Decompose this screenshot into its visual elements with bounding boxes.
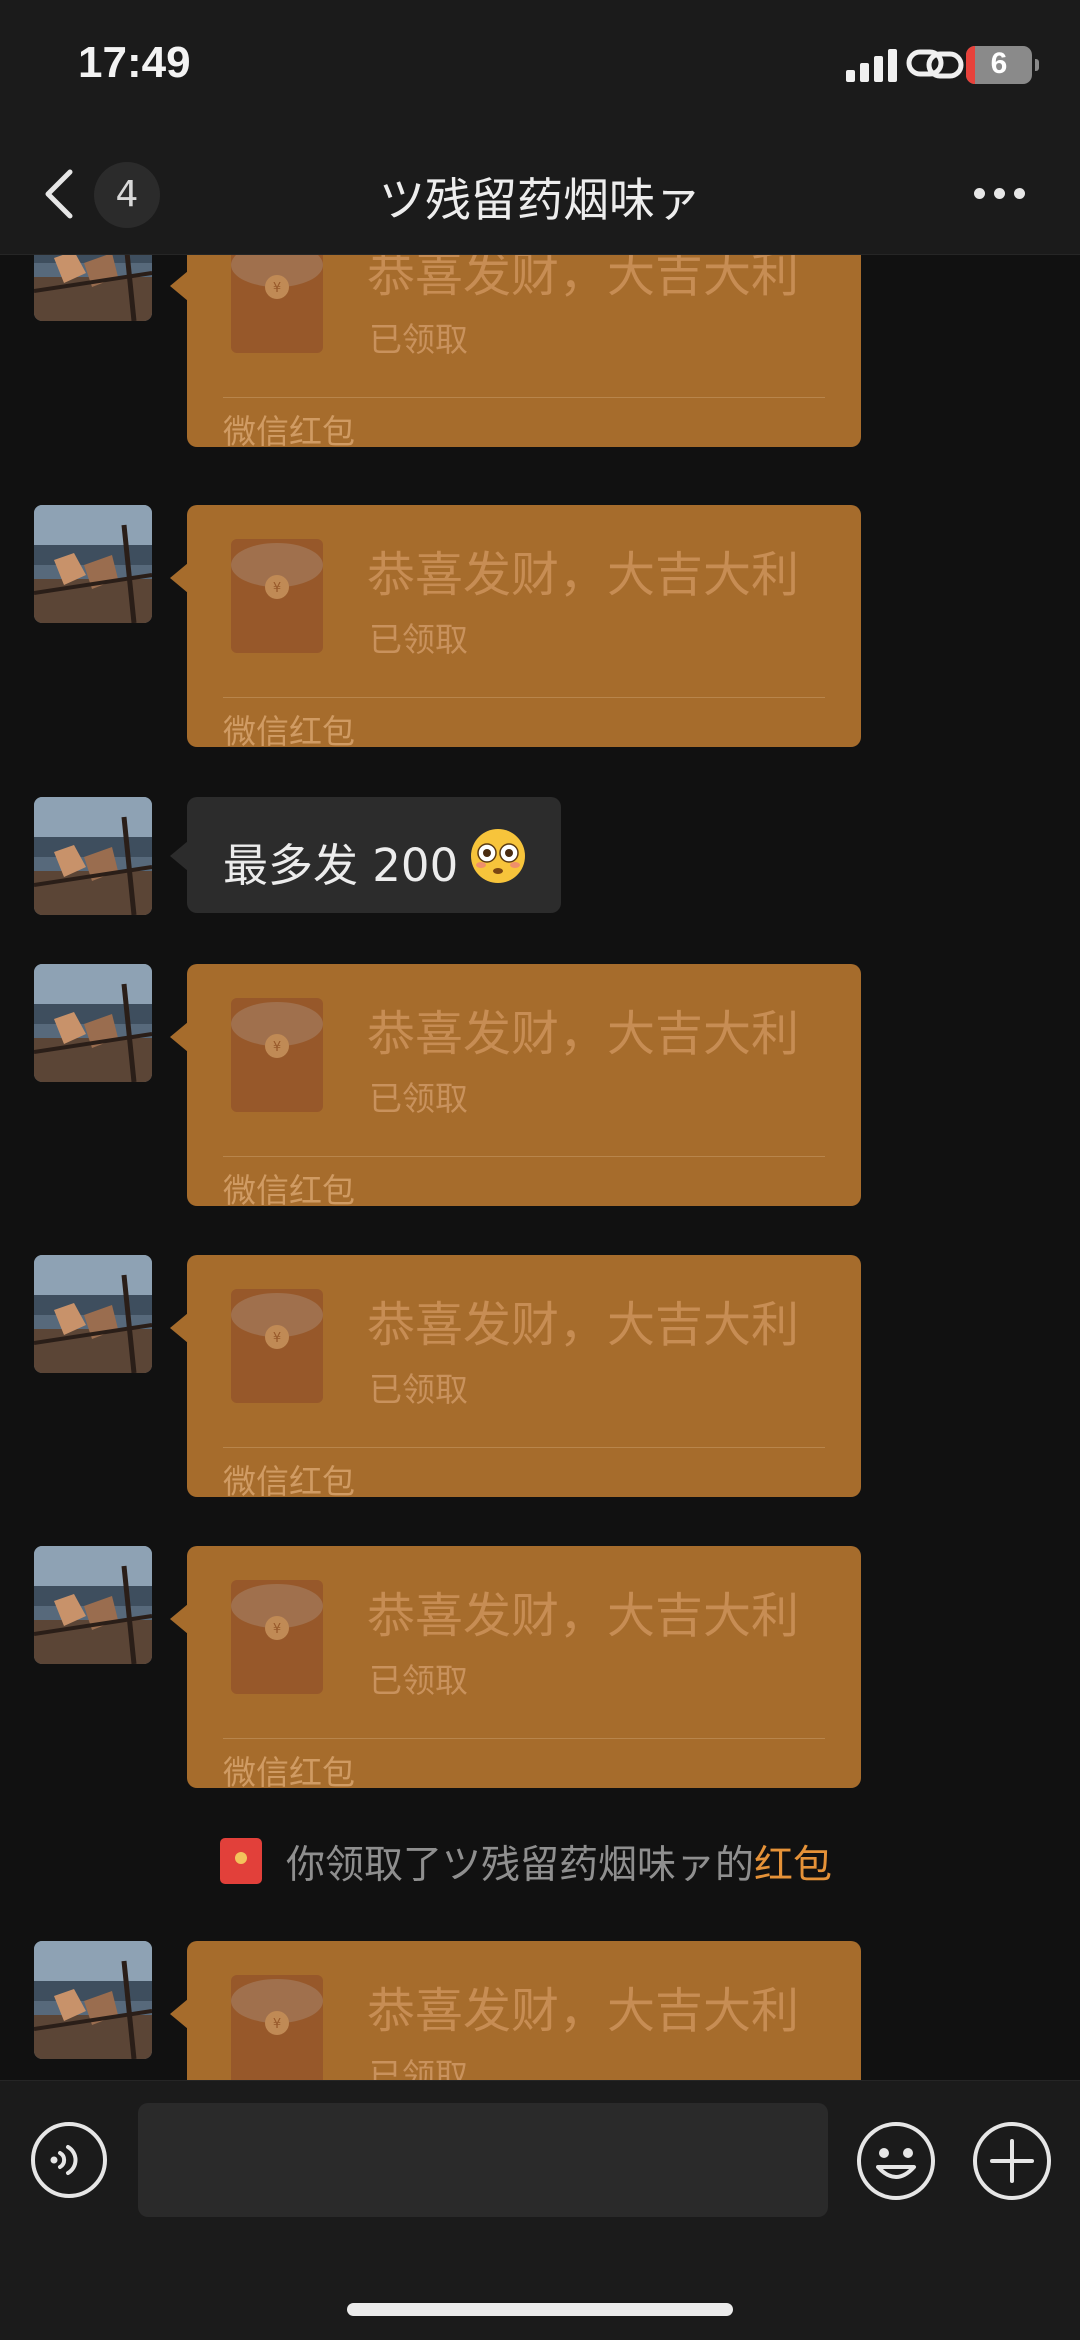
red-packet-label: 微信红包 — [223, 1462, 355, 1501]
red-packet-status: 已领取 — [369, 320, 468, 359]
signal-icon — [846, 48, 898, 82]
red-packet-greeting: 恭喜发财，大吉大利 — [367, 255, 800, 303]
avatar[interactable] — [34, 505, 152, 623]
red-packet-envelope-icon: ¥ — [231, 1975, 323, 2080]
red-packet-label: 微信红包 — [223, 712, 355, 751]
svg-text:¥: ¥ — [273, 281, 281, 296]
red-packet-label: 微信红包 — [223, 1753, 355, 1792]
red-packet-envelope-icon: ¥ — [231, 1580, 323, 1694]
red-packet-icon — [220, 1838, 262, 1884]
input-bar — [0, 2080, 1080, 2340]
red-packet-envelope-icon: ¥ — [231, 539, 323, 653]
plus-icon[interactable] — [972, 2121, 1052, 2201]
avatar[interactable] — [34, 1255, 152, 1373]
status-time: 17:49 — [78, 38, 191, 87]
svg-text:¥: ¥ — [273, 2017, 281, 2032]
emoji-icon[interactable] — [856, 2121, 936, 2201]
red-packet-envelope-icon: ¥ — [231, 998, 323, 1112]
red-packet-link[interactable]: 红包 — [754, 1843, 832, 1888]
red-packet-bubble[interactable]: ¥ 恭喜发财，大吉大利 已领取 — [187, 1941, 861, 2080]
chevron-left-icon — [45, 169, 73, 219]
avatar[interactable] — [34, 1941, 152, 2059]
red-packet-greeting: 恭喜发财，大吉大利 — [367, 1297, 800, 1353]
red-packet-greeting: 恭喜发财，大吉大利 — [367, 1983, 800, 2039]
avatar[interactable] — [34, 1546, 152, 1664]
battery-level: 6 — [990, 47, 1008, 80]
voice-input-icon[interactable] — [30, 2121, 108, 2199]
message-text: 最多发 200 — [223, 839, 459, 892]
svg-text:¥: ¥ — [273, 1622, 281, 1637]
back-button[interactable]: 4 — [36, 160, 166, 230]
svg-text:¥: ¥ — [273, 1040, 281, 1055]
chat-title: ツ残留药烟味ァ — [379, 173, 701, 227]
red-packet-bubble[interactable]: ¥ 恭喜发财，大吉大利 已领取 微信红包 — [187, 1255, 861, 1501]
svg-text:¥: ¥ — [273, 1331, 281, 1346]
link-icon — [906, 49, 964, 79]
message-input[interactable] — [138, 2103, 828, 2217]
system-message-text: 你领取了ツ残留药烟味ァ的 — [286, 1843, 755, 1888]
red-packet-status: 已领取 — [369, 2056, 468, 2080]
more-options-button[interactable] — [970, 174, 1030, 214]
red-packet-bubble[interactable]: ¥ 恭喜发财，大吉大利 已领取 微信红包 — [187, 964, 861, 1210]
red-packet-bubble[interactable]: ¥ 恭喜发财，大吉大利 已领取 微信红包 — [187, 1546, 861, 1792]
red-packet-envelope-icon: ¥ — [231, 255, 323, 353]
red-packet-greeting: 恭喜发财，大吉大利 — [367, 1006, 800, 1062]
red-packet-label: 微信红包 — [223, 1171, 355, 1210]
flushed-emoji-icon — [471, 829, 525, 883]
svg-text:¥: ¥ — [273, 581, 281, 596]
red-packet-status: 已领取 — [369, 1661, 468, 1700]
avatar[interactable] — [34, 964, 152, 1082]
red-packet-status: 已领取 — [369, 620, 468, 659]
chat-header: 4 ツ残留药烟味ァ — [0, 130, 1080, 255]
red-packet-envelope-icon: ¥ — [231, 1289, 323, 1403]
system-message: 你领取了ツ残留药烟味ァ的红包 — [216, 1830, 916, 1890]
battery-icon: 6 — [966, 46, 1039, 84]
message-list[interactable]: ¥ 恭喜发财，大吉大利 已领取 微信红包 ¥ 恭喜发财，大吉大利 已领取 微信红… — [0, 255, 1080, 2080]
home-indicator[interactable] — [347, 2303, 733, 2316]
red-packet-greeting: 恭喜发财，大吉大利 — [367, 547, 800, 603]
text-message-bubble[interactable]: 最多发 200 — [187, 797, 561, 913]
red-packet-bubble[interactable]: ¥ 恭喜发财，大吉大利 已领取 微信红包 — [187, 255, 861, 451]
red-packet-bubble[interactable]: ¥ 恭喜发财，大吉大利 已领取 微信红包 — [187, 505, 861, 751]
red-packet-greeting: 恭喜发财，大吉大利 — [367, 1588, 800, 1644]
red-packet-status: 已领取 — [369, 1370, 468, 1409]
avatar[interactable] — [34, 797, 152, 915]
status-bar: 17:49 6 — [0, 0, 1080, 130]
avatar[interactable] — [34, 255, 152, 321]
unread-count-badge: 4 — [94, 162, 160, 228]
red-packet-label: 微信红包 — [223, 412, 355, 451]
red-packet-status: 已领取 — [369, 1079, 468, 1118]
